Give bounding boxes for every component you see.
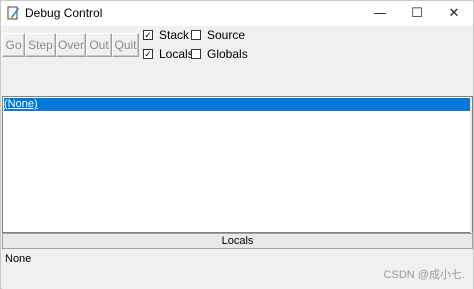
title-bar[interactable]: Debug Control — ☐ ✕ — [1, 1, 473, 26]
minimize-icon: — — [373, 6, 387, 21]
source-check-box[interactable] — [191, 30, 201, 40]
globals-check-box[interactable] — [191, 49, 201, 59]
debug-control-window: Debug Control — ☐ ✕ Go Step Over Out Qui… — [0, 0, 474, 289]
locals-checkbox-label: Locals — [159, 47, 194, 61]
maximize-button[interactable]: ☐ — [398, 1, 436, 26]
stack-list-item[interactable]: (None) — [4, 98, 471, 111]
stack-check-box[interactable]: ✓ — [143, 30, 153, 40]
out-button[interactable]: Out — [86, 33, 112, 57]
stack-listbox[interactable]: (None) — [2, 96, 473, 234]
stack-checkbox[interactable]: ✓ Stack — [143, 27, 189, 43]
quit-button[interactable]: Quit — [112, 33, 139, 57]
source-checkbox[interactable]: Source — [191, 27, 245, 43]
debug-toolbar: Go Step Over Out Quit — [2, 33, 139, 59]
locals-checkbox[interactable]: ✓ Locals — [143, 46, 194, 62]
close-button[interactable]: ✕ — [435, 1, 473, 26]
locals-value: None — [5, 253, 32, 265]
over-button[interactable]: Over — [56, 33, 86, 57]
globals-checkbox[interactable]: Globals — [191, 46, 248, 62]
minimize-button[interactable]: — — [361, 1, 399, 26]
python-feather-icon — [7, 6, 19, 20]
globals-checkbox-label: Globals — [207, 47, 248, 61]
source-checkbox-label: Source — [207, 28, 246, 42]
step-button[interactable]: Step — [25, 33, 56, 57]
window-title: Debug Control — [25, 6, 103, 20]
stack-checkbox-label: Stack — [159, 28, 190, 42]
close-icon: ✕ — [448, 6, 460, 21]
list-edge — [470, 97, 472, 234]
watermark-text: CSDN @成小七. — [383, 269, 465, 281]
locals-panel-header: Locals — [2, 233, 473, 249]
go-button[interactable]: Go — [2, 33, 25, 57]
view-options: ✓ Stack Source ✓ Locals Globals — [143, 27, 263, 69]
maximize-icon: ☐ — [411, 6, 423, 21]
stack-item-label: (None) — [4, 98, 38, 110]
locals-check-box[interactable]: ✓ — [143, 49, 153, 59]
